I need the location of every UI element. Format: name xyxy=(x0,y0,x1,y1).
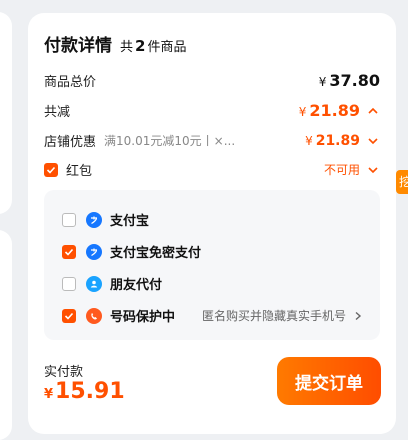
alipay-nopwd-label: 支付宝免密支付 xyxy=(110,246,202,261)
friend-pay-checkbox[interactable] xyxy=(62,276,76,291)
red-packet-checkbox[interactable] xyxy=(44,162,58,177)
alipay-checkbox[interactable] xyxy=(62,212,76,227)
goods-total-label: 商品总价 xyxy=(44,75,97,90)
chevron-right-icon xyxy=(355,311,362,320)
friend-pay-label: 朋友代付 xyxy=(110,278,163,293)
red-packet-status: 不可用 xyxy=(323,163,360,177)
payment-option-alipay-nopwd[interactable]: 支付宝免密支付 xyxy=(62,242,364,261)
side-floating-tab[interactable]: 挖 xyxy=(396,170,408,194)
total-amount: ¥15.91 xyxy=(44,379,125,404)
chevron-down-icon[interactable] xyxy=(366,163,380,177)
check-icon xyxy=(64,312,74,320)
number-protection-checkbox[interactable] xyxy=(62,308,76,323)
number-protection-icon xyxy=(86,307,102,324)
check-icon xyxy=(64,248,74,256)
red-packet-label: 红包 xyxy=(66,164,93,179)
total-label: 实付款 xyxy=(44,365,84,380)
check-icon xyxy=(46,166,56,174)
card-header: 付款详情 共 2 件商品 xyxy=(44,31,186,56)
payment-details-card: 付款详情 共 2 件商品 商品总价 ¥37.80 共减 ¥21.89 店铺优惠 满1… xyxy=(28,13,396,434)
background-card-left-bottom xyxy=(0,230,12,440)
discount-value: ¥21.89 xyxy=(298,101,360,120)
alipay-icon xyxy=(86,211,102,228)
friend-pay-icon xyxy=(86,275,102,292)
store-discount-label: 店铺优惠 xyxy=(44,135,97,150)
page-title: 付款详情 xyxy=(44,36,112,56)
number-protection-label: 号码保护中 xyxy=(110,310,176,325)
alipay-icon xyxy=(86,243,102,260)
alipay-nopwd-checkbox[interactable] xyxy=(62,244,76,259)
store-discount-detail: 满10.01元减10元丨×... xyxy=(104,134,236,148)
discount-row[interactable]: 共减 ¥21.89 xyxy=(44,101,380,120)
item-count: 共 2 件商品 xyxy=(120,37,187,55)
red-packet-row[interactable]: 红包 不可用 xyxy=(44,160,380,179)
number-protection-hint[interactable]: 匿名购买并隐藏真实手机号 xyxy=(202,307,364,324)
store-discount-value: ¥21.89 xyxy=(305,132,360,149)
payment-option-friend-pay[interactable]: 朋友代付 xyxy=(62,274,364,293)
payment-option-number-protection[interactable]: 号码保护中 匿名购买并隐藏真实手机号 xyxy=(62,306,364,325)
goods-total-value: ¥37.80 xyxy=(318,71,380,90)
submit-order-button[interactable]: 提交订单 xyxy=(277,357,381,405)
alipay-label: 支付宝 xyxy=(110,214,150,229)
payment-options-panel: 支付宝 支付宝免密支付 朋友代付 号码保护中 匿名购买并隐藏真实手机号 xyxy=(44,190,380,340)
chevron-down-icon[interactable] xyxy=(366,134,380,148)
store-discount-row[interactable]: 店铺优惠 满10.01元减10元丨×... ¥21.89 xyxy=(44,131,380,150)
background-card-left-top xyxy=(0,12,12,214)
payment-option-alipay[interactable]: 支付宝 xyxy=(62,210,364,229)
goods-total-row: 商品总价 ¥37.80 xyxy=(44,71,380,90)
chevron-up-icon[interactable] xyxy=(366,104,380,118)
discount-label: 共减 xyxy=(44,105,71,120)
